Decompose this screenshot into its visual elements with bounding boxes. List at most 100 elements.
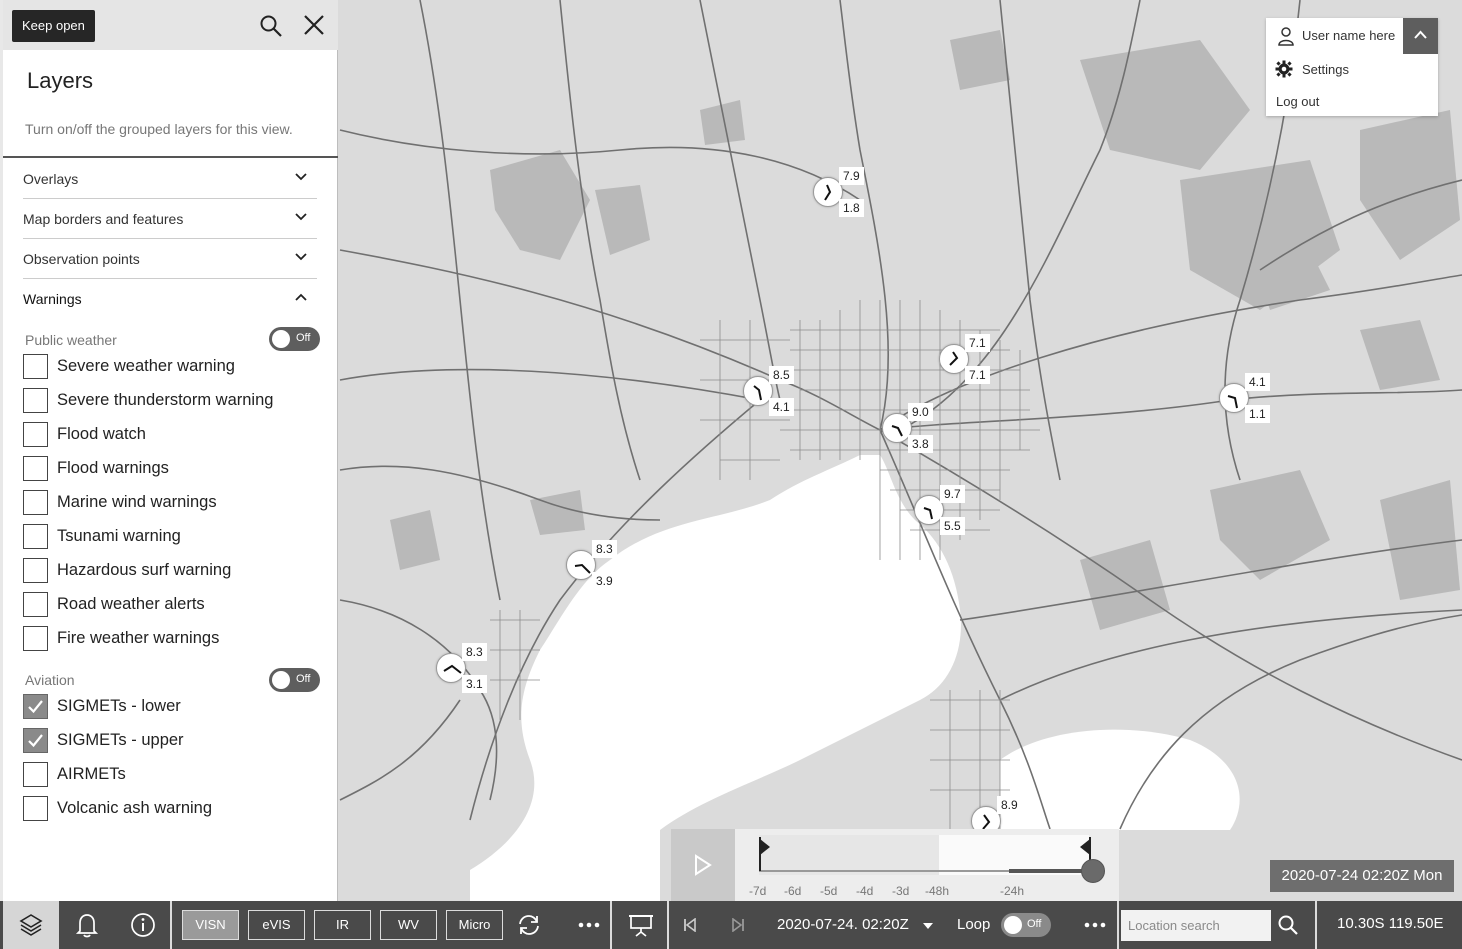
cursor-coordinates: 10.30S 119.50E (1337, 915, 1444, 932)
checkbox[interactable] (23, 524, 48, 549)
station-top-value: 8.5 (769, 366, 794, 384)
product-button-visn[interactable]: VISN (182, 910, 239, 940)
timeline-start-flag-icon[interactable] (759, 837, 771, 871)
checkbox[interactable] (23, 592, 48, 617)
timeline-panel: -7d -6d -5d -4d -3d -48h -24h (671, 829, 1119, 901)
weather-station[interactable]: 7.1 7.1 (939, 334, 990, 384)
checkbox-label: Severe weather warning (57, 357, 235, 375)
station-top-value: 8.9 (997, 796, 1022, 814)
info-icon[interactable] (130, 912, 156, 938)
accordion-map-borders[interactable]: Map borders and features (23, 199, 317, 239)
timeline-tick-label: -7d (749, 884, 767, 898)
group-heading-public-weather: Public weather (25, 332, 117, 348)
weather-station[interactable]: 8.3 3.1 (436, 643, 487, 693)
product-button-evis[interactable]: eVIS (248, 910, 305, 940)
time-selector[interactable]: 2020-07-24. 02:20Z (777, 916, 909, 933)
checkbox-label: SIGMETs - upper (57, 731, 184, 749)
search-icon[interactable] (1277, 914, 1299, 936)
product-button-micro[interactable]: Micro (446, 910, 503, 940)
station-bottom-value: 1.8 (839, 199, 864, 217)
search-icon[interactable] (259, 14, 283, 38)
public-weather-toggle[interactable]: Off (269, 327, 320, 351)
close-icon[interactable] (302, 13, 326, 37)
checkbox-label: Severe thunderstorm warning (57, 391, 274, 409)
accordion-label: Observation points (23, 251, 140, 267)
caret-down-icon[interactable] (923, 923, 933, 929)
station-top-value: 7.1 (965, 334, 990, 352)
weather-station[interactable]: 7.9 1.8 (813, 167, 864, 217)
more-options-icon[interactable] (1084, 921, 1106, 929)
checkbox-label: Tsunami warning (57, 527, 181, 545)
accordion-label: Overlays (23, 171, 79, 187)
toggle-knob (272, 671, 290, 689)
logout-menu-item[interactable]: Log out (1276, 94, 1319, 109)
weather-station[interactable]: 8.3 3.9 (566, 540, 617, 590)
timeline-tick-label: -3d (892, 884, 910, 898)
toggle-knob (1004, 916, 1022, 934)
station-bottom-value: 3.8 (908, 435, 933, 453)
timeline-tick-label: -24h (1000, 884, 1025, 898)
checkbox-checked[interactable] (23, 694, 48, 719)
aviation-toggle[interactable]: Off (269, 668, 320, 692)
keep-open-button[interactable]: Keep open (12, 10, 95, 42)
timeline-track-selected (1009, 869, 1089, 873)
checkbox-checked[interactable] (23, 728, 48, 753)
user-icon (1276, 26, 1296, 51)
weather-station[interactable]: 8.5 4.1 (743, 366, 794, 416)
refresh-icon[interactable] (517, 913, 541, 937)
station-bottom-value: 3.9 (592, 572, 617, 590)
station-bottom-value: 3.1 (462, 675, 487, 693)
chevron-up-icon (1414, 30, 1427, 39)
checkbox[interactable] (23, 388, 48, 413)
loop-toggle[interactable]: Off (1001, 913, 1051, 937)
checkbox-label: Fire weather warnings (57, 629, 220, 647)
checkbox-label: Hazardous surf warning (57, 561, 232, 579)
timeline-scrubber[interactable]: -7d -6d -5d -4d -3d -48h -24h (735, 829, 1119, 901)
panel-divider (3, 156, 338, 158)
skip-forward-icon[interactable] (731, 918, 745, 932)
accordion-warnings[interactable]: Warnings (23, 279, 317, 319)
user-menu-collapse-button[interactable] (1403, 18, 1438, 54)
location-search-input[interactable] (1121, 910, 1271, 941)
checkbox[interactable] (23, 456, 48, 481)
checkbox-label: Flood watch (57, 425, 146, 443)
checkbox[interactable] (23, 762, 48, 787)
checkbox[interactable] (23, 796, 48, 821)
chevron-down-icon (295, 253, 307, 261)
play-icon (695, 854, 712, 876)
toggle-knob (272, 330, 290, 348)
panel-topbar: Keep open (3, 0, 338, 50)
checkbox[interactable] (23, 626, 48, 651)
more-options-icon[interactable] (578, 921, 600, 929)
accordion-overlays[interactable]: Overlays (23, 159, 317, 199)
timeline-past-range (759, 835, 939, 875)
toolbar-separator (170, 901, 172, 949)
product-button-wv[interactable]: WV (380, 910, 437, 940)
skip-back-icon[interactable] (683, 918, 697, 932)
weather-station[interactable]: 9.0 3.8 (882, 403, 933, 453)
checkbox[interactable] (23, 558, 48, 583)
layers-button[interactable] (3, 901, 59, 949)
toggle-state: Off (1027, 918, 1042, 930)
presentation-icon[interactable] (628, 913, 654, 937)
bell-icon[interactable] (73, 912, 101, 938)
weather-station[interactable]: 4.1 1.1 (1219, 373, 1270, 423)
timeline-handle[interactable] (1081, 859, 1105, 883)
checkbox[interactable] (23, 422, 48, 447)
checkbox[interactable] (23, 354, 48, 379)
product-button-ir[interactable]: IR (314, 910, 371, 940)
checkbox[interactable] (23, 490, 48, 515)
toolbar-separator (1117, 901, 1119, 949)
user-name[interactable]: User name here (1302, 28, 1395, 43)
station-top-value: 9.0 (908, 403, 933, 421)
layers-icon (19, 914, 43, 936)
accordion-observation-points[interactable]: Observation points (23, 239, 317, 279)
user-menu: User name here Settings Log out (1266, 18, 1438, 116)
checkmark-icon (28, 734, 43, 748)
settings-menu-item[interactable]: Settings (1302, 62, 1349, 77)
weather-station[interactable]: 9.7 5.5 (914, 485, 965, 535)
toggle-state: Off (296, 332, 311, 344)
play-button[interactable] (671, 829, 735, 901)
accordion-label: Warnings (23, 291, 82, 307)
toolbar-separator (667, 901, 669, 949)
